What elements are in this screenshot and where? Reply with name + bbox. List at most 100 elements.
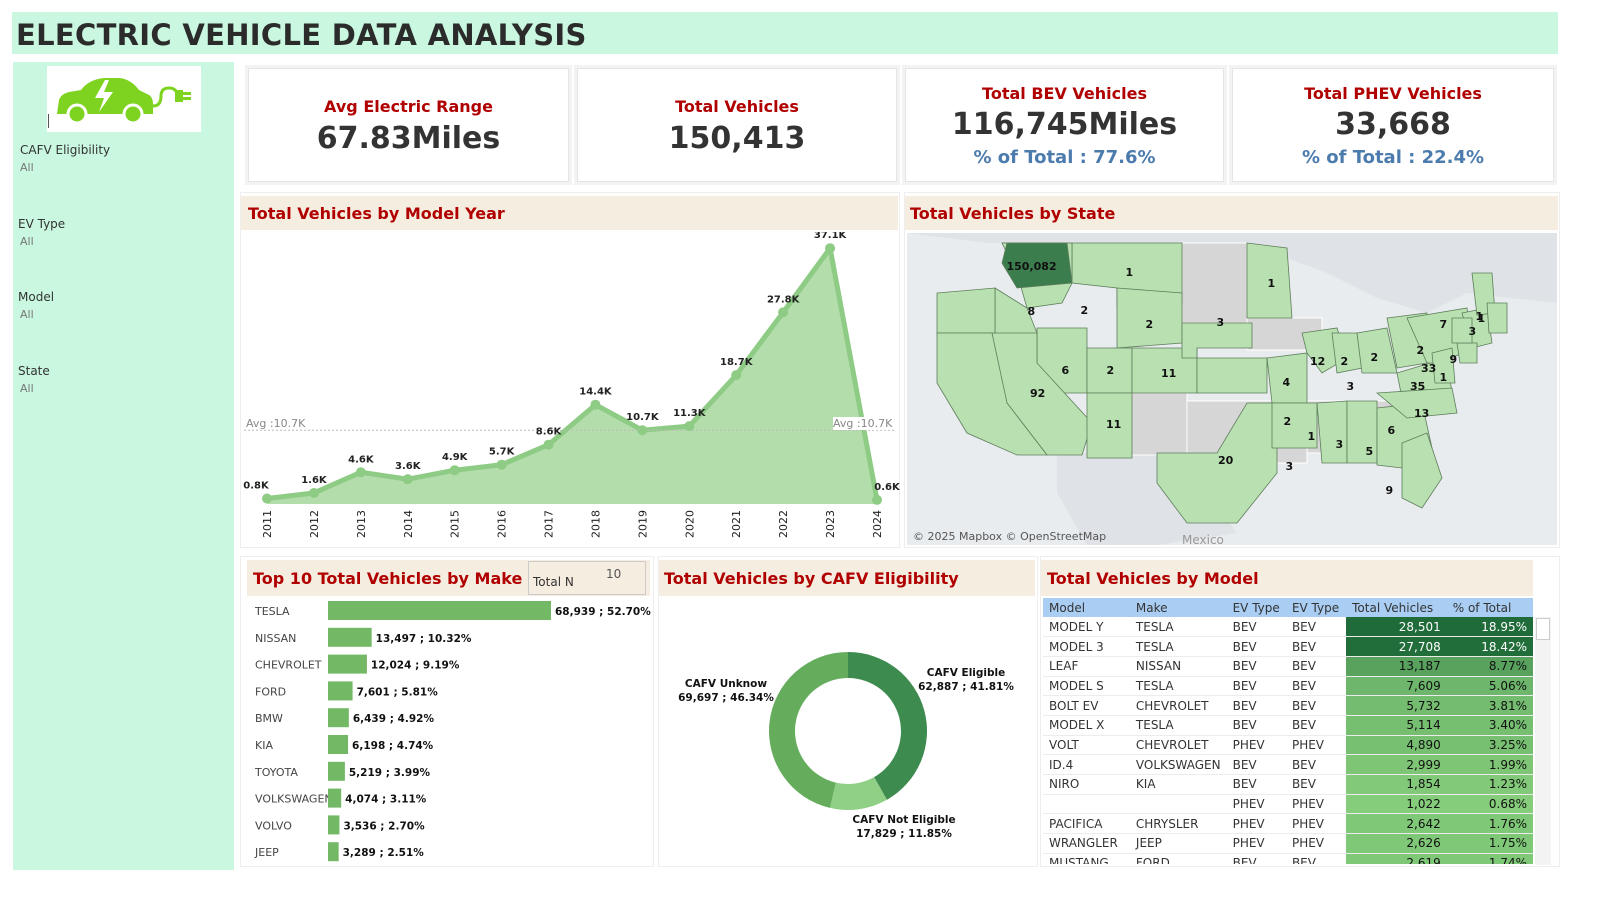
year-point xyxy=(449,465,460,476)
table-row[interactable]: PHEV PHEV 1,022 0.68% xyxy=(1043,794,1533,815)
table-row[interactable]: ID.4 VOLKSWAGEN BEV BEV 2,999 1.99% xyxy=(1043,754,1533,775)
state-value-label: 1 xyxy=(1307,430,1316,443)
state-value-label: 6 xyxy=(1061,364,1070,377)
table-row[interactable]: MODEL 3 TESLA BEV BEV 27,708 18.42% xyxy=(1043,636,1533,657)
table-cell: 18.95% xyxy=(1446,617,1533,638)
state-value-label: 33 xyxy=(1421,362,1437,375)
year-tick-label: 2019 xyxy=(636,510,649,538)
table-cell xyxy=(1043,794,1130,815)
filter-dropdown-model[interactable]: All xyxy=(20,308,34,321)
kpi-bev-title: Total BEV Vehicles xyxy=(982,84,1147,103)
table-cell: BEV xyxy=(1226,715,1286,736)
table-cell: NISSAN xyxy=(1129,656,1227,677)
make-bar xyxy=(328,627,372,647)
table-cell: BEV xyxy=(1226,676,1286,697)
year-data-label: 4.9K xyxy=(442,452,469,463)
table-row[interactable]: PACIFICA CHRYSLER PHEV PHEV 2,642 1.76% xyxy=(1043,813,1533,835)
model-table-viewport[interactable]: Model Make EV Type EV Type Total Vehicles% o… xyxy=(1043,598,1533,864)
state-value-label: 92 xyxy=(1030,387,1046,400)
filter-dropdown-state[interactable]: All xyxy=(20,382,34,395)
kpi-bev-value: 116,745Miles xyxy=(951,107,1178,142)
donut-slice-value: 69,697 ; 46.34% xyxy=(678,692,774,704)
state-value-label: 4 xyxy=(1282,376,1291,389)
table-row[interactable]: NIRO KIA BEV BEV 1,854 1.23% xyxy=(1043,774,1533,795)
avg-reference-label-right: Avg :10.7K xyxy=(833,417,893,430)
make-bar-label: 13,497 ; 10.32% xyxy=(376,633,472,645)
table-cell: PHEV xyxy=(1226,794,1286,815)
total-n-parameter[interactable]: Total N 10 xyxy=(528,561,646,595)
filter-dropdown-cafv[interactable]: All xyxy=(20,161,34,174)
model-table-title: Total Vehicles by Model xyxy=(1047,569,1259,588)
make-bar xyxy=(328,681,353,701)
donut-slice-value: 17,829 ; 11.85% xyxy=(856,828,952,840)
table-cell: VOLT xyxy=(1043,735,1130,756)
make-bar-chart[interactable]: TESLA 68,939 ; 52.70% NISSAN 13,497 ; 10.32… xyxy=(248,598,652,866)
cafv-donut-chart[interactable]: CAFV Eligible 62,887 ; 41.81% CAFV Not Eli… xyxy=(659,598,1037,866)
state-value-label: 2 xyxy=(1283,415,1292,428)
year-data-label: 37.1K xyxy=(814,232,848,241)
kpi-total-title: Total Vehicles xyxy=(675,97,799,116)
table-cell: 13,187 xyxy=(1346,656,1447,677)
table-cell: PHEV xyxy=(1285,735,1347,756)
model-table-column-header[interactable]: % of Total xyxy=(1446,598,1533,617)
year-data-label: 18.7K xyxy=(720,357,754,368)
table-cell: MODEL Y xyxy=(1043,617,1130,638)
model-table-scrollbar[interactable] xyxy=(1535,617,1551,865)
table-cell: 8.77% xyxy=(1446,656,1533,677)
model-table-column-header[interactable]: EV Type xyxy=(1226,598,1286,617)
table-row[interactable]: MUSTANG ... FORD BEV BEV 2,619 1.74% xyxy=(1043,853,1533,864)
filter-label-model: Model xyxy=(18,290,55,304)
model-table-column-header[interactable]: Model xyxy=(1043,598,1130,617)
table-row[interactable]: LEAF NISSAN BEV BEV 13,187 8.77% xyxy=(1043,656,1533,677)
table-row[interactable]: BOLT EV CHEVROLET BEV BEV 5,732 3.81% xyxy=(1043,695,1533,716)
year-point xyxy=(355,467,366,478)
total-n-value[interactable]: 10 xyxy=(606,567,621,581)
year-tick-label: 2013 xyxy=(355,510,368,538)
map-attribution: © 2025 Mapbox © OpenStreetMap xyxy=(913,530,1107,543)
table-row[interactable]: MODEL X TESLA BEV BEV 5,114 3.40% xyxy=(1043,715,1533,736)
table-cell: 2,619 xyxy=(1346,853,1447,864)
table-row[interactable]: MODEL S TESLA BEV BEV 7,609 5.06% xyxy=(1043,676,1533,697)
filter-dropdown-ev-type[interactable]: All xyxy=(20,235,34,248)
filter-label-state: State xyxy=(18,364,50,378)
model-table-column-header[interactable]: Make xyxy=(1129,598,1227,617)
state-value-label: 9 xyxy=(1385,484,1394,497)
year-area-chart[interactable]: 0.8K 2011 1.6K 2012 4.6K 2013 3.6K 2014 4.9K 2015… xyxy=(240,232,900,544)
table-cell: 28,501 xyxy=(1346,617,1447,638)
filter-sidebar xyxy=(13,62,234,870)
table-row[interactable]: MODEL Y TESLA BEV BEV 28,501 18.95% xyxy=(1043,617,1533,638)
avg-reference-label-left: Avg :10.7K xyxy=(246,417,306,430)
make-category-label: JEEP xyxy=(254,846,279,859)
table-cell: CHEVROLET xyxy=(1129,735,1227,756)
scrollbar-thumb[interactable] xyxy=(1536,618,1550,640)
state-value-label: 9 xyxy=(1449,353,1458,366)
filter-label-ev-type: EV Type xyxy=(18,217,66,231)
year-tick-label: 2022 xyxy=(777,510,790,538)
model-table-column-header[interactable]: Total Vehicles xyxy=(1346,598,1447,617)
table-cell: 1.99% xyxy=(1446,754,1533,775)
table-row[interactable]: VOLT CHEVROLET PHEV PHEV 4,890 3.25% xyxy=(1043,735,1533,756)
kpi-phev-value: 33,668 xyxy=(1335,107,1451,142)
table-cell: JEEP xyxy=(1129,833,1227,854)
donut-slice-name: CAFV Unknow xyxy=(685,678,767,690)
make-bar-label: 68,939 ; 52.70% xyxy=(555,606,651,618)
year-point xyxy=(637,425,648,436)
model-table-column-header[interactable]: EV Type xyxy=(1285,598,1347,617)
model-table: Model Make EV Type EV Type Total Vehicles% o… xyxy=(1043,598,1533,864)
table-cell: BEV xyxy=(1226,617,1286,638)
table-cell: TESLA xyxy=(1129,617,1227,638)
make-category-label: KIA xyxy=(255,739,273,752)
year-tick-label: 2012 xyxy=(308,510,321,538)
table-cell: BEV xyxy=(1285,715,1347,736)
year-point xyxy=(402,474,413,485)
table-cell: BEV xyxy=(1285,617,1347,638)
year-chart-title: Total Vehicles by Model Year xyxy=(248,204,505,223)
year-data-label: 3.6K xyxy=(395,461,422,472)
table-cell: MODEL S xyxy=(1043,676,1130,697)
make-category-label: VOLKSWAGEN xyxy=(255,793,333,806)
table-row[interactable]: WRANGLER JEEP PHEV PHEV 2,626 1.75% xyxy=(1043,833,1533,854)
state-value-label: 11 xyxy=(1161,367,1177,380)
kpi-bev-percent: % of Total : 77.6% xyxy=(973,147,1156,168)
table-cell: TESLA xyxy=(1129,715,1227,736)
kpi-avg-range-card: Avg Electric Range 67.83Miles xyxy=(248,68,569,182)
